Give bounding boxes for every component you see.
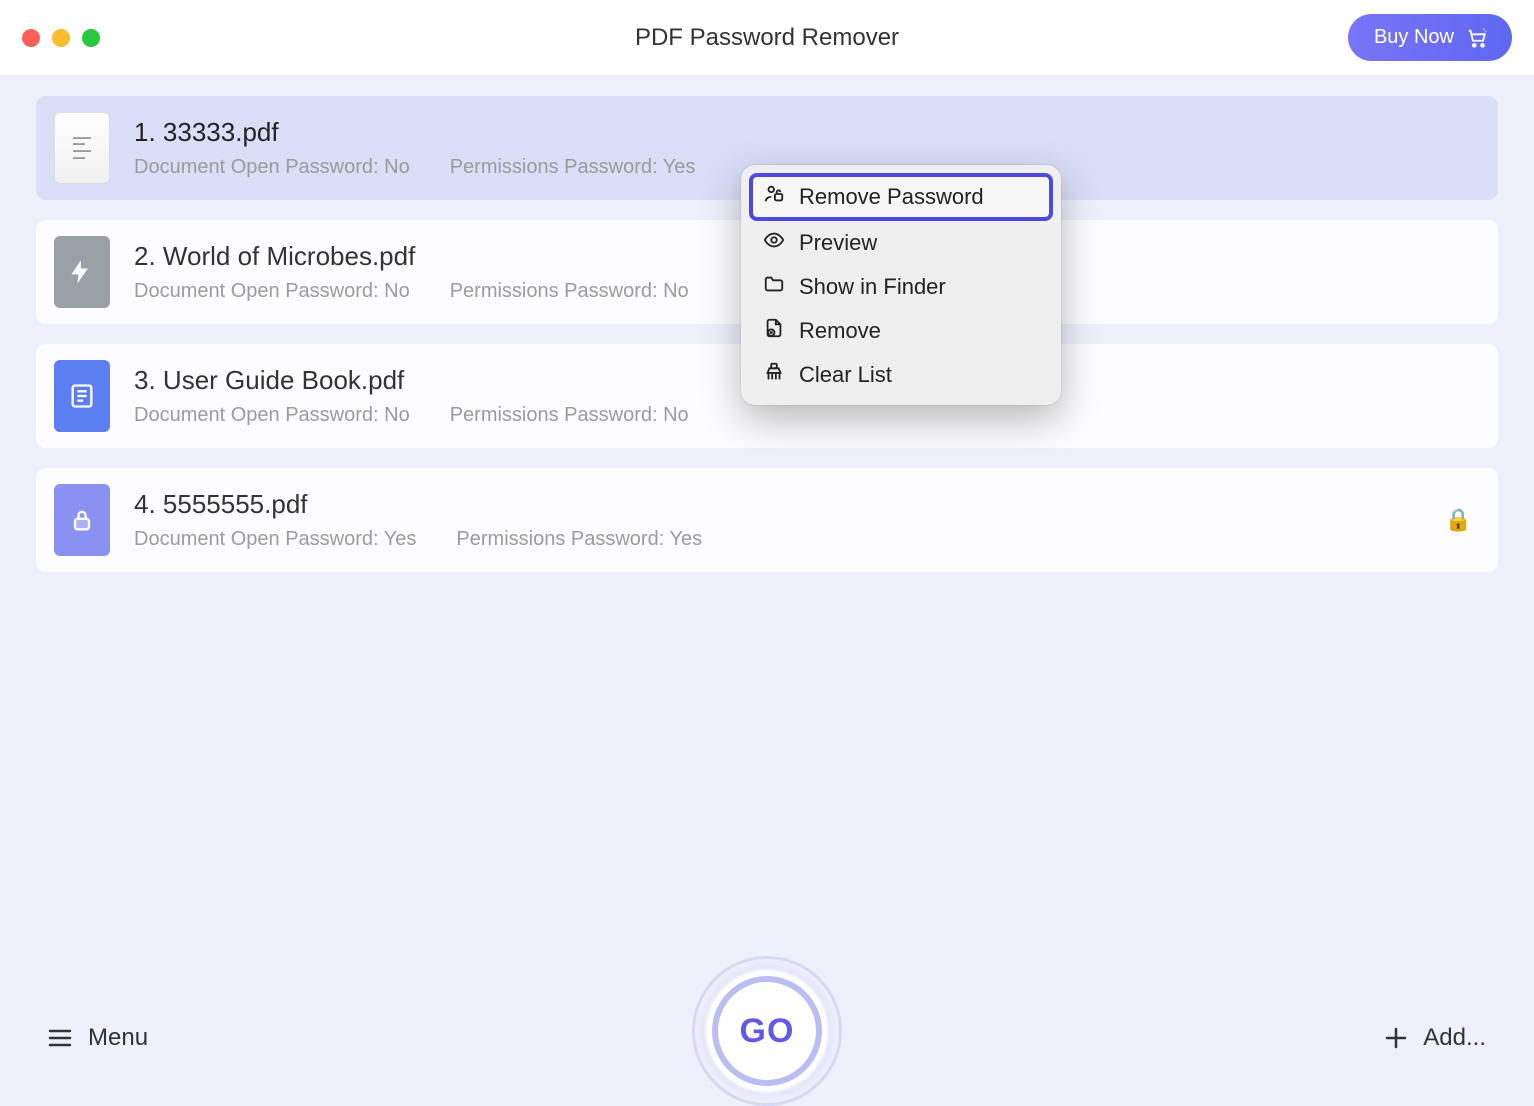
context-menu: Remove Password Preview Show in Finder R… bbox=[741, 165, 1061, 405]
go-label: GO bbox=[740, 1012, 795, 1051]
buy-now-button[interactable]: Buy Now bbox=[1348, 14, 1512, 61]
menu-item-show-in-finder[interactable]: Show in Finder bbox=[749, 265, 1053, 309]
close-window-button[interactable] bbox=[22, 29, 40, 47]
buy-now-label: Buy Now bbox=[1374, 26, 1454, 49]
folder-icon bbox=[763, 273, 785, 301]
file-info: 4. 5555555.pdf Document Open Password: Y… bbox=[134, 489, 1445, 551]
menu-item-remove[interactable]: Remove bbox=[749, 309, 1053, 353]
go-button-wrap: GO bbox=[692, 956, 842, 1106]
menu-item-label: Remove Password bbox=[799, 184, 984, 210]
file-meta: Document Open Password: Yes Permissions … bbox=[134, 528, 1445, 551]
window-controls bbox=[22, 29, 100, 47]
plus-icon bbox=[1385, 1027, 1407, 1049]
footer-bar: Menu GO Add... bbox=[0, 988, 1534, 1088]
menu-item-preview[interactable]: Preview bbox=[749, 221, 1053, 265]
add-button[interactable]: Add... bbox=[1385, 1024, 1486, 1052]
menu-item-label: Clear List bbox=[799, 362, 892, 388]
file-title: 1. 33333.pdf bbox=[134, 117, 1472, 148]
menu-item-label: Show in Finder bbox=[799, 274, 946, 300]
eye-icon bbox=[763, 229, 785, 257]
add-label: Add... bbox=[1423, 1024, 1486, 1052]
unlock-person-icon bbox=[763, 183, 785, 211]
file-title: 4. 5555555.pdf bbox=[134, 489, 1445, 520]
broom-icon bbox=[763, 361, 785, 389]
file-thumbnail bbox=[54, 484, 110, 556]
file-thumbnail bbox=[54, 236, 110, 308]
lock-icon: 🔒 bbox=[1445, 507, 1472, 533]
menu-label: Menu bbox=[88, 1024, 148, 1052]
hamburger-icon bbox=[48, 1028, 72, 1048]
cart-icon bbox=[1464, 27, 1490, 49]
menu-item-label: Preview bbox=[799, 230, 877, 256]
menu-item-label: Remove bbox=[799, 318, 881, 344]
titlebar: PDF Password Remover Buy Now bbox=[0, 0, 1534, 76]
minimize-window-button[interactable] bbox=[52, 29, 70, 47]
file-x-icon bbox=[763, 317, 785, 345]
file-meta: Document Open Password: No Permissions P… bbox=[134, 404, 1472, 427]
app-title: PDF Password Remover bbox=[635, 24, 899, 52]
file-row[interactable]: 4. 5555555.pdf Document Open Password: Y… bbox=[36, 468, 1498, 572]
menu-item-clear-list[interactable]: Clear List bbox=[749, 353, 1053, 397]
file-thumbnail bbox=[54, 360, 110, 432]
file-thumbnail: ▬▬▬▬▬▬▬▬▬▬ bbox=[54, 112, 110, 184]
maximize-window-button[interactable] bbox=[82, 29, 100, 47]
menu-item-remove-password[interactable]: Remove Password bbox=[749, 173, 1053, 221]
menu-button[interactable]: Menu bbox=[48, 1024, 148, 1052]
go-button[interactable]: GO bbox=[712, 976, 822, 1086]
